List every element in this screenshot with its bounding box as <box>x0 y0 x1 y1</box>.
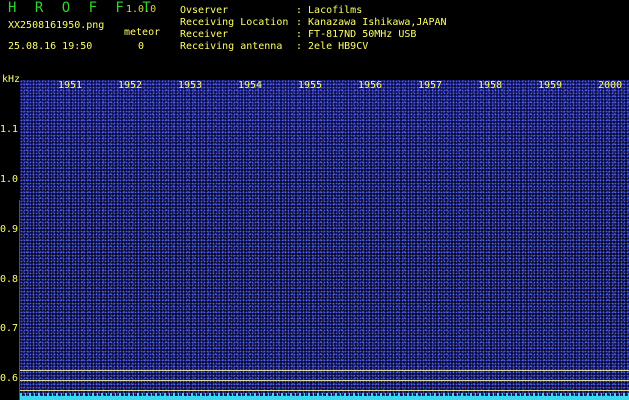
header-panel: H R O F F T 1.0.0 XX2508161950.png 25.08… <box>0 0 629 74</box>
info-observer: Ovserver : Lacofilms <box>180 5 362 17</box>
x-tick-label: 2000 <box>598 80 623 91</box>
x-tick-label: 1954 <box>238 80 263 91</box>
x-tick-label: 1955 <box>298 80 323 91</box>
info-key: Receiver <box>180 29 229 40</box>
x-tick-label: 1956 <box>358 80 383 91</box>
frequency-marker-line <box>20 380 629 381</box>
info-key: Ovserver <box>180 5 229 16</box>
info-value: : Lacofilms <box>296 5 363 16</box>
app-version: 1.0.0 <box>126 4 157 15</box>
x-tick-label: 1952 <box>118 80 143 91</box>
info-antenna: Receiving antenna : 2ele HB9CV <box>180 41 368 53</box>
y-tick-label: 0.8 <box>0 274 19 285</box>
info-key: Receiving antenna <box>180 41 283 52</box>
spectrogram-plot <box>20 80 629 400</box>
info-value: : 2ele HB9CV <box>296 41 369 52</box>
y-tick-label: 0.7 <box>0 323 19 334</box>
x-tick-label: 1957 <box>418 80 443 91</box>
y-axis-unit: kHz <box>2 74 21 85</box>
frequency-marker-line <box>20 370 629 371</box>
y-tick-label: 1.1 <box>0 124 19 135</box>
meteor-count: 0 <box>138 41 145 52</box>
capture-filename: XX2508161950.png <box>8 20 105 31</box>
signal-baseline <box>20 396 629 400</box>
x-tick-label: 1951 <box>58 80 83 91</box>
info-location: Receiving Location : Kanazawa Ishikawa,JA… <box>180 17 447 29</box>
y-tick-label: 0.6 <box>0 373 19 384</box>
x-tick-label: 1959 <box>538 80 563 91</box>
info-key: Receiving Location <box>180 17 289 28</box>
frequency-marker-line <box>20 390 629 391</box>
x-tick-label: 1953 <box>178 80 203 91</box>
info-value: : FT-817ND 50MHz USB <box>296 29 417 40</box>
y-tick-label: 1.0 <box>0 174 19 185</box>
y-tick-label: 0.9 <box>0 224 19 235</box>
info-value: : Kanazawa Ishikawa,JAPAN <box>296 17 447 28</box>
x-tick-label: 1958 <box>478 80 503 91</box>
meteor-label: meteor <box>124 27 161 38</box>
capture-datetime: 25.08.16 19:50 <box>8 41 93 52</box>
info-receiver: Receiver : FT-817ND 50MHz USB <box>180 29 416 41</box>
